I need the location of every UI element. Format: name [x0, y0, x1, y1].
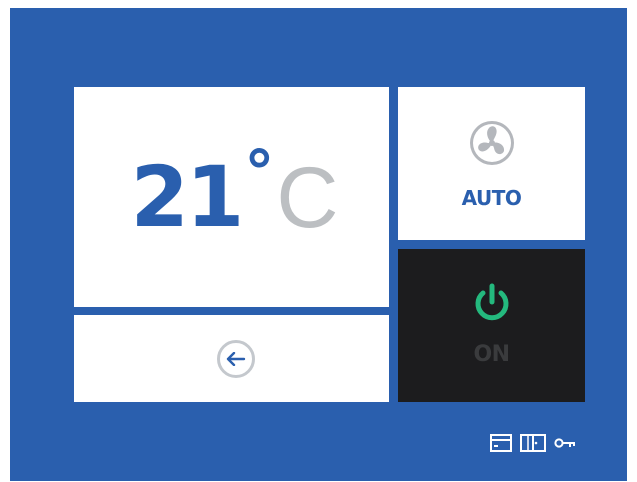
keycard-icon	[490, 434, 512, 452]
power-icon	[472, 283, 512, 328]
fan-icon	[468, 119, 516, 172]
status-icons	[490, 432, 576, 454]
fan-mode-button[interactable]: AUTO	[398, 87, 585, 240]
temperature-unit: C	[276, 150, 339, 246]
temperature-value: 21	[130, 148, 244, 246]
arrow-left-icon	[216, 339, 255, 378]
power-button[interactable]: ON	[398, 249, 585, 402]
temperature-degree-symbol: °	[244, 138, 275, 208]
back-button[interactable]	[74, 315, 389, 402]
fan-mode-label: AUTO	[461, 186, 522, 210]
temperature-display[interactable]: 21 ° C	[74, 87, 389, 307]
key-icon	[554, 436, 576, 450]
door-icon	[520, 434, 546, 452]
power-state-label: ON	[473, 342, 510, 367]
temperature-readout: 21 ° C	[130, 143, 339, 246]
thermostat-panel: 21 ° C AUTO ON	[10, 8, 627, 481]
